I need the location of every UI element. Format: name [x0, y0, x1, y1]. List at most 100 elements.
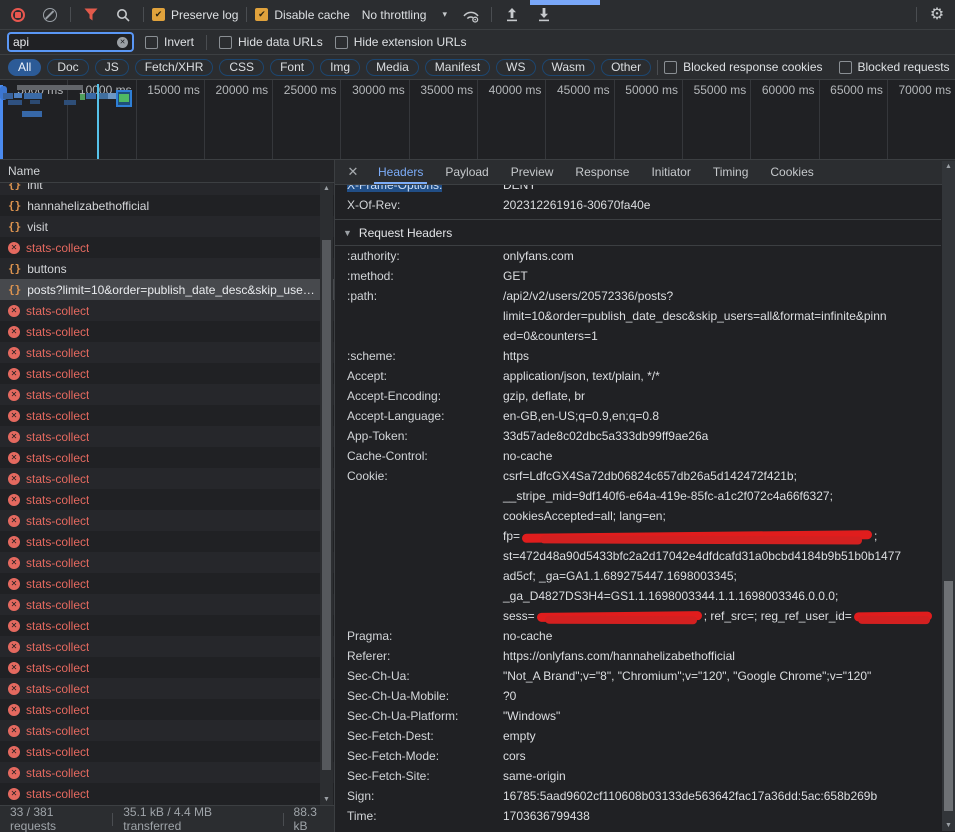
filter-chip-wasm[interactable]: Wasm — [542, 59, 596, 76]
filter-chip-other[interactable]: Other — [601, 59, 651, 76]
tab-payload[interactable]: Payload — [434, 160, 499, 184]
filter-chip-media[interactable]: Media — [366, 59, 419, 76]
headers-content: X-Frame-Options: DENY X-Of-Rev:202312261… — [335, 185, 955, 832]
filter-chip-manifest[interactable]: Manifest — [425, 59, 490, 76]
hide-data-urls-checkbox[interactable]: Hide data URLs — [219, 35, 323, 49]
request-name: posts?limit=10&order=publish_date_desc&s… — [27, 283, 316, 297]
clear-icon — [43, 8, 57, 22]
error-icon: ✕ — [8, 326, 20, 338]
tab-initiator[interactable]: Initiator — [640, 160, 701, 184]
error-icon: ✕ — [8, 410, 20, 422]
request-row[interactable]: ✕stats-collect — [0, 762, 334, 783]
network-conditions-button[interactable] — [459, 3, 483, 27]
request-row[interactable]: ✕stats-collect — [0, 468, 334, 489]
error-icon: ✕ — [8, 305, 20, 317]
request-row[interactable]: ✕stats-collect — [0, 426, 334, 447]
record-button[interactable] — [6, 3, 30, 27]
request-row[interactable]: ✕stats-collect — [0, 489, 334, 510]
clear-button[interactable] — [38, 3, 62, 27]
header-value: 16785:5aad9602cf110608b03133de563642fac1… — [503, 786, 941, 806]
request-row[interactable]: ✕stats-collect — [0, 636, 334, 657]
value-line: fp=; — [503, 526, 937, 546]
settings-button[interactable]: ⚙ — [925, 3, 949, 27]
details-scrollbar[interactable]: ▲ ▼ — [942, 161, 955, 831]
request-row[interactable]: ✕stats-collect — [0, 741, 334, 762]
header-name: Cookie: — [347, 466, 503, 626]
filter-chip-ws[interactable]: WS — [496, 59, 535, 76]
header-name: Sec-Fetch-Site: — [347, 766, 503, 786]
hide-extension-urls-checkbox[interactable]: Hide extension URLs — [335, 35, 467, 49]
request-row[interactable]: ✕stats-collect — [0, 594, 334, 615]
import-har-button[interactable] — [500, 3, 524, 27]
filter-chip-css[interactable]: CSS — [219, 59, 264, 76]
filter-chip-font[interactable]: Font — [270, 59, 314, 76]
tab-response[interactable]: Response — [564, 160, 640, 184]
header-value: csrf=LdfcGX4Sa72db06824c657db26a5d142472… — [503, 466, 941, 626]
scrollbar-thumb[interactable] — [322, 240, 331, 770]
request-row[interactable]: ✕stats-collect — [0, 300, 334, 321]
scrollbar-thumb[interactable] — [944, 581, 953, 811]
request-row[interactable]: ✕stats-collect — [0, 699, 334, 720]
request-row[interactable]: ✕stats-collect — [0, 237, 334, 258]
request-row[interactable]: {}posts?limit=10&order=publish_date_desc… — [0, 279, 334, 300]
close-details-button[interactable]: ✕ — [339, 160, 367, 184]
request-row[interactable]: ✕stats-collect — [0, 783, 334, 804]
request-row[interactable]: ✕stats-collect — [0, 678, 334, 699]
json-icon: {} — [8, 183, 21, 191]
error-icon: ✕ — [8, 389, 20, 401]
request-row[interactable]: ✕stats-collect — [0, 405, 334, 426]
header-name: Accept-Language: — [347, 406, 503, 426]
scroll-up-icon[interactable]: ▲ — [942, 163, 955, 170]
clear-filter-icon[interactable]: ✕ — [117, 37, 128, 48]
request-row[interactable]: ✕stats-collect — [0, 447, 334, 468]
request-row[interactable]: ✕stats-collect — [0, 552, 334, 573]
invert-checkbox[interactable]: Invert — [145, 35, 194, 49]
request-details-panel: ✕ HeadersPayloadPreviewResponseInitiator… — [335, 160, 955, 832]
header-row: Sec-Fetch-Mode:cors — [335, 746, 941, 766]
request-row[interactable]: ✕stats-collect — [0, 657, 334, 678]
export-har-button[interactable] — [532, 3, 556, 27]
request-row[interactable]: ✕stats-collect — [0, 510, 334, 531]
filter-chip-all[interactable]: All — [8, 59, 41, 76]
tab-cookies[interactable]: Cookies — [759, 160, 824, 184]
header-name: :authority: — [347, 246, 503, 266]
filter-chip-img[interactable]: Img — [320, 59, 360, 76]
request-headers-section-header[interactable]: ▼ Request Headers — [335, 220, 941, 246]
filter-chip-fetch-xhr[interactable]: Fetch/XHR — [135, 59, 214, 76]
request-row[interactable]: ✕stats-collect — [0, 384, 334, 405]
request-name: stats-collect — [26, 535, 89, 549]
request-row[interactable]: ✕stats-collect — [0, 573, 334, 594]
filter-input[interactable]: api ✕ — [8, 33, 133, 51]
filter-chip-js[interactable]: JS — [95, 59, 129, 76]
filter-chip-doc[interactable]: Doc — [47, 59, 88, 76]
name-column-header[interactable]: Name — [0, 160, 334, 183]
request-row[interactable]: {}hannahelizabethofficial — [0, 195, 334, 216]
scroll-up-icon[interactable]: ▲ — [320, 185, 333, 192]
blocked-response-cookies-checkbox[interactable]: Blocked response cookies — [664, 60, 822, 74]
blocked-requests-checkbox[interactable]: Blocked requests — [839, 60, 950, 74]
request-list-scrollbar[interactable]: ▲ ▼ — [320, 183, 333, 805]
search-button[interactable] — [111, 3, 135, 27]
filter-toggle-button[interactable] — [79, 3, 103, 27]
value-text: __stripe_mid=9df140f6-e64a-419e-85fc-a1c… — [503, 489, 833, 503]
blocked-requests-label: Blocked requests — [858, 60, 950, 74]
throttling-dropdown[interactable]: No throttling ▾ — [358, 8, 451, 22]
scroll-down-icon[interactable]: ▼ — [942, 822, 955, 829]
request-row[interactable]: {}buttons — [0, 258, 334, 279]
request-row[interactable]: ✕stats-collect — [0, 720, 334, 741]
network-overview[interactable]: 5000 ms10000 ms15000 ms20000 ms25000 ms3… — [0, 80, 955, 160]
tab-headers[interactable]: Headers — [367, 160, 434, 184]
request-row[interactable]: ✕stats-collect — [0, 321, 334, 342]
disable-cache-checkbox[interactable]: ✔ Disable cache — [255, 8, 349, 22]
tab-timing[interactable]: Timing — [702, 160, 760, 184]
request-row[interactable]: ✕stats-collect — [0, 531, 334, 552]
request-row[interactable]: {}visit — [0, 216, 334, 237]
request-row[interactable]: ✕stats-collect — [0, 342, 334, 363]
request-name: stats-collect — [26, 703, 89, 717]
request-row[interactable]: {}init — [0, 183, 334, 195]
tab-preview[interactable]: Preview — [500, 160, 565, 184]
preserve-log-checkbox[interactable]: ✔ Preserve log — [152, 8, 238, 22]
scroll-down-icon[interactable]: ▼ — [320, 796, 333, 803]
request-row[interactable]: ✕stats-collect — [0, 363, 334, 384]
request-row[interactable]: ✕stats-collect — [0, 615, 334, 636]
